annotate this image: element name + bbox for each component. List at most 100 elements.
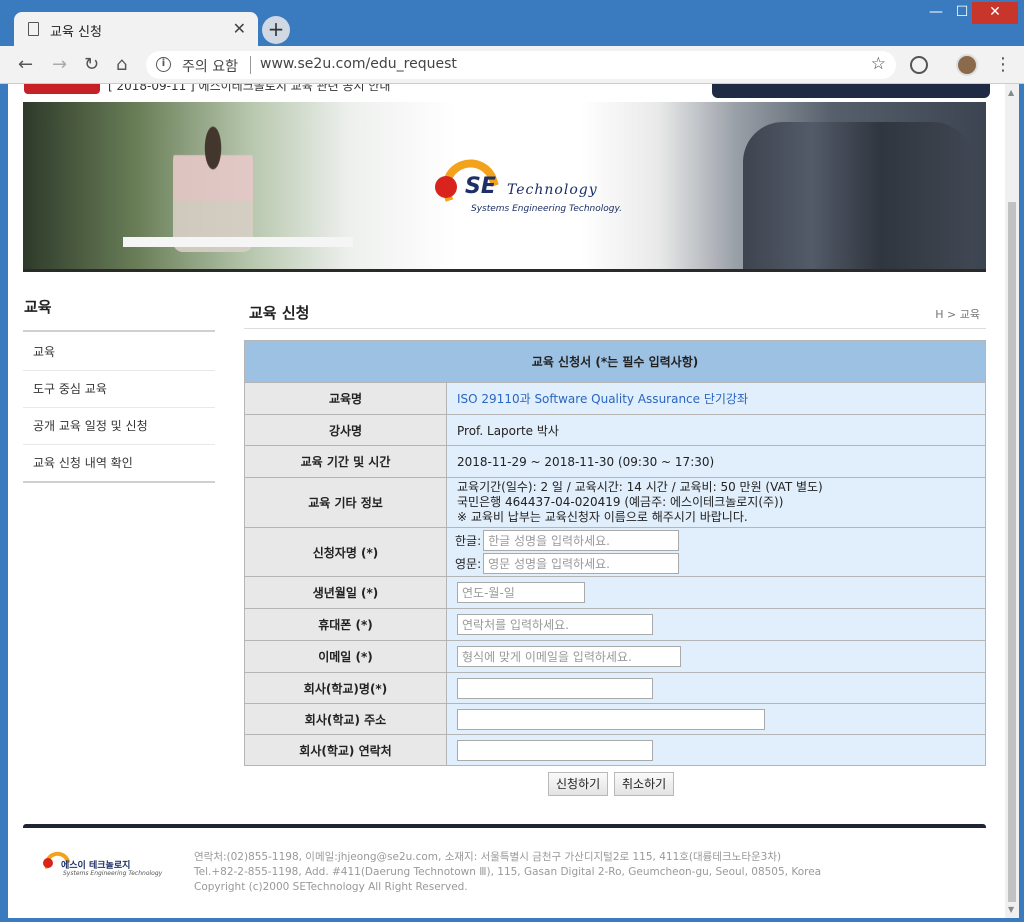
etc-info-line-3: ※ 교육비 납부는 교육신청자 이름으로 해주시기 바랍니다.: [457, 510, 748, 524]
email-label: 이메일 (*): [244, 640, 447, 673]
document-icon: [28, 22, 39, 36]
submit-button[interactable]: 신청하기: [548, 772, 609, 796]
name-ko-row: 한글:: [455, 530, 985, 551]
contact-label: 회사(학교) 연락처: [244, 734, 447, 766]
sidebar-divider: [23, 330, 215, 332]
name-en-row: 영문:: [455, 553, 985, 574]
breadcrumb: H > 교육: [935, 308, 980, 321]
email-input[interactable]: [457, 646, 681, 667]
birth-cell: [446, 576, 986, 609]
reload-icon[interactable]: ↻: [84, 54, 99, 75]
form-buttons: 신청하기 취소하기: [548, 772, 676, 796]
logo-tech-text: Technology: [507, 182, 598, 198]
logo-dot: [435, 176, 457, 198]
logo-se-text: SE: [465, 174, 496, 199]
name-ko-prefix: 한글:: [455, 534, 482, 548]
title-divider: [244, 328, 986, 329]
banner-photo-woman: [173, 122, 253, 252]
banner-photo-men: [743, 122, 973, 269]
footer-line-1: 연락처:(02)855-1198, 이메일:jhjeong@se2u.com, …: [194, 851, 782, 863]
application-form: 교육 신청서 (*는 필수 입력사항) 교육명 ISO 29110과 Softw…: [244, 340, 986, 766]
footer-logo-dot: [43, 858, 53, 868]
url-text[interactable]: www.se2u.com/edu_request: [260, 56, 457, 72]
company-logo[interactable]: SE Technology Systems Engineering Techno…: [435, 152, 635, 220]
info-icon[interactable]: i: [156, 57, 171, 72]
phone-input[interactable]: [457, 614, 653, 635]
name-ko-input[interactable]: [483, 530, 680, 551]
address-label: 회사(학교) 주소: [244, 703, 447, 735]
etc-info-label: 교육 기타 정보: [244, 477, 447, 528]
phone-label: 휴대폰 (*): [244, 608, 447, 641]
scroll-down-icon[interactable]: ▼: [1008, 905, 1014, 914]
address-input[interactable]: [457, 708, 765, 730]
contact-input[interactable]: [457, 739, 653, 761]
address-cell: [446, 703, 986, 735]
security-label: 주의 요함: [182, 59, 238, 75]
scroll-thumb[interactable]: [1008, 202, 1016, 902]
birth-input[interactable]: [457, 582, 585, 603]
scroll-up-icon[interactable]: ▲: [1008, 88, 1014, 97]
sidebar-item-education[interactable]: 교육: [23, 334, 215, 371]
sidebar-item-tool-training[interactable]: 도구 중심 교육: [23, 371, 215, 408]
applicant-name-cell: 한글: 영문:: [446, 527, 986, 577]
instructor-value: Prof. Laporte 박사: [446, 414, 986, 446]
top-strip: [ 2018-09-11 ] 에스이테크놀로지 교육 관련 공지 안내: [8, 84, 1008, 100]
contact-cell: [446, 734, 986, 766]
page-title: 교육 신청: [249, 304, 310, 322]
top-notice[interactable]: [ 2018-09-11 ] 에스이테크놀로지 교육 관련 공지 안내: [108, 84, 390, 94]
course-cell: ISO 29110과 Software Quality Assurance 단기…: [446, 382, 986, 415]
footer: 에스이 테크놀로지 Systems Engineering Technology…: [23, 828, 986, 918]
close-tab-icon[interactable]: ✕: [233, 19, 246, 38]
back-icon[interactable]: ←: [18, 54, 33, 75]
etc-info-line-1: 교육기간(일수): 2 일 / 교육시간: 14 시간 / 교육비: 50 만원…: [457, 480, 823, 494]
top-search-panel: [712, 84, 990, 98]
sidebar-menu: 교육 도구 중심 교육 공개 교육 일정 및 신청 교육 신청 내역 확인: [23, 334, 215, 482]
banner-desk: [123, 237, 353, 247]
bookmark-star-icon[interactable]: ☆: [871, 54, 886, 74]
menu-kebab-icon[interactable]: ⋮: [994, 54, 1012, 75]
header-banner: SE Technology Systems Engineering Techno…: [23, 102, 986, 272]
name-en-input[interactable]: [483, 553, 680, 574]
company-cell: [446, 672, 986, 704]
name-en-prefix: 영문:: [455, 557, 482, 571]
forward-icon[interactable]: →: [52, 54, 67, 75]
footer-line-3: Copyright (c)2000 SETechnology All Right…: [194, 881, 468, 893]
phone-cell: [446, 608, 986, 641]
course-link[interactable]: ISO 29110과 Software Quality Assurance 단기…: [457, 392, 748, 406]
footer-info: 연락처:(02)855-1198, 이메일:jhjeong@se2u.com, …: [194, 850, 821, 895]
address-separator: [250, 56, 251, 74]
tab-title: 교육 신청: [50, 25, 102, 40]
etc-info-line-2: 국민은행 464437-04-020419 (예금주: 에스이테크놀로지(주)): [457, 495, 784, 509]
new-tab-button[interactable]: +: [262, 16, 290, 44]
sidebar-bottom-divider: [23, 481, 215, 483]
email-cell: [446, 640, 986, 673]
browser-tabbar: 교육 신청 ✕ + — ☐ ✕: [0, 0, 1024, 46]
extension-icon[interactable]: [910, 56, 928, 74]
address-bar[interactable]: i 주의 요함 www.se2u.com/edu_request ☆: [146, 51, 896, 79]
browser-tab[interactable]: 교육 신청 ✕: [14, 12, 258, 46]
cancel-button[interactable]: 취소하기: [614, 772, 675, 796]
footer-logo-sub: Systems Engineering Technology: [63, 870, 163, 877]
etc-info-cell: 교육기간(일수): 2 일 / 교육시간: 14 시간 / 교육비: 50 만원…: [446, 477, 986, 528]
sidebar-title: 교육: [24, 298, 52, 316]
birth-label: 생년월일 (*): [244, 576, 447, 609]
sidebar-item-public-schedule[interactable]: 공개 교육 일정 및 신청: [23, 408, 215, 445]
period-label: 교육 기간 및 시간: [244, 445, 447, 478]
period-value: 2018-11-29 ~ 2018-11-30 (09:30 ~ 17:30): [446, 445, 986, 478]
footer-line-2: Tel.+82-2-855-1198, Add. #411(Daerung Te…: [194, 866, 822, 878]
window-close-icon[interactable]: ✕: [972, 2, 1018, 24]
company-label: 회사(학교)명(*): [244, 672, 447, 704]
company-input[interactable]: [457, 677, 653, 699]
applicant-name-label: 신청자명 (*): [244, 527, 447, 577]
course-label: 교육명: [244, 382, 447, 415]
vertical-scrollbar[interactable]: ▲ ▼: [1005, 84, 1019, 918]
browser-toolbar: ← → ↻ ⌂ i 주의 요함 www.se2u.com/edu_request…: [0, 46, 1024, 84]
logo-subtitle: Systems Engineering Technology.: [471, 204, 622, 214]
home-icon[interactable]: ⌂: [116, 54, 127, 75]
page-viewport: [ 2018-09-11 ] 에스이테크놀로지 교육 관련 공지 안내 SE T…: [8, 84, 1008, 918]
profile-avatar[interactable]: [956, 54, 978, 76]
notice-button[interactable]: [24, 84, 100, 94]
form-header: 교육 신청서 (*는 필수 입력사항): [244, 340, 986, 383]
instructor-label: 강사명: [244, 414, 447, 446]
sidebar-item-application-history[interactable]: 교육 신청 내역 확인: [23, 445, 215, 482]
